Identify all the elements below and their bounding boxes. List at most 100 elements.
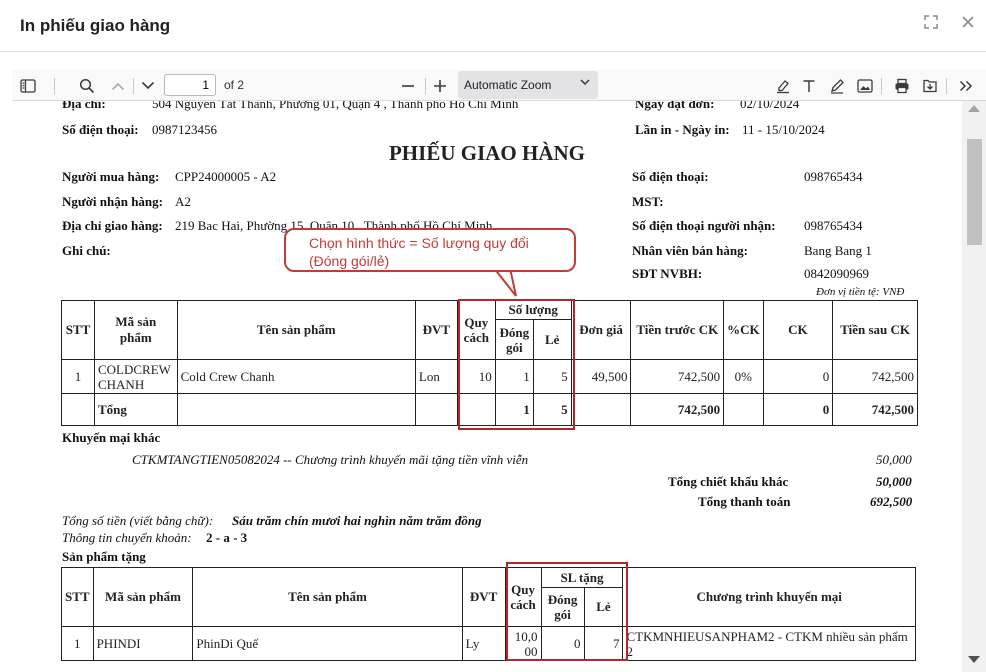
amount-words-value: Sáu trăm chín mươi hai nghìn năm trăm đồ…	[232, 513, 482, 528]
gift-col-product-name: Tên sản phẩm	[192, 567, 463, 627]
pdf-page: Địa chỉ: 504 Nguyễn Tất Thành, Phường 01…	[12, 101, 962, 672]
promo-line: CTKMTANGTIEN05082024 -- Chương trình khu…	[132, 452, 529, 467]
close-icon[interactable]	[957, 14, 979, 36]
print-icon[interactable]	[890, 74, 914, 98]
pdf-viewer: Địa chỉ: 504 Nguyễn Tất Thành, Phường 01…	[12, 101, 986, 672]
cell-unit: Lon	[414, 359, 458, 394]
toolbar-divider	[425, 78, 426, 94]
gift-cell-unit: Ly	[461, 626, 506, 661]
quantity-highlight	[458, 299, 575, 430]
total-label: Tổng	[93, 393, 178, 426]
promo-heading: Khuyến mại khác	[62, 430, 161, 445]
total-before-discount: 742,500	[630, 393, 725, 426]
gift-table: STT Mã sản phẩm Tên sản phẩm ĐVT Quy các…	[61, 567, 916, 661]
scroll-down-icon[interactable]	[968, 656, 980, 663]
col-product-code: Mã sản phẩm	[93, 300, 178, 360]
cell-after-discount: 742,500	[832, 359, 918, 394]
previous-page-icon[interactable]	[106, 74, 130, 98]
mst-label: MST:	[632, 194, 664, 209]
col-unit-price: Đơn giá	[570, 300, 632, 360]
receiver-phone-label: Số điện thoại người nhận:	[632, 218, 776, 233]
toolbar-divider	[881, 78, 882, 94]
next-page-icon[interactable]	[136, 74, 160, 98]
sales-staff-label: Nhân viên bán hàng:	[632, 243, 748, 258]
highlight-icon[interactable]	[771, 74, 795, 98]
draw-icon[interactable]	[825, 74, 849, 98]
gift-cell-product-name: PhinDi Quế	[192, 626, 463, 661]
address-label: Địa chỉ:	[62, 101, 106, 111]
scroll-up-icon[interactable]	[968, 105, 980, 112]
cell-stt: 1	[61, 359, 95, 394]
promo-line-value: 50,000	[876, 452, 912, 467]
col-discount: CK	[762, 300, 834, 360]
search-icon[interactable]	[75, 74, 99, 98]
phone-value: 0987123456	[152, 122, 217, 137]
cell-discount: 0	[762, 359, 834, 394]
zoom-value: Automatic Zoom	[464, 78, 552, 92]
col-stt: STT	[61, 300, 95, 360]
buyer-value: CPP24000005 - A2	[175, 169, 277, 184]
phone-label: Số điện thoại:	[62, 122, 139, 137]
cell-product-code: COLDCREW CHANH	[93, 359, 178, 394]
cell-unit-price: 49,500	[570, 359, 632, 394]
pdf-toolbar: of 2 Automatic Zoom	[12, 70, 986, 101]
print-label: Lần in - Ngày in:	[635, 122, 730, 137]
scroll-thumb[interactable]	[967, 139, 982, 245]
transfer-label: Thông tin chuyển khoản:	[62, 530, 192, 545]
gift-heading: Sản phẩm tặng	[62, 549, 146, 564]
page-count: of 2	[224, 78, 245, 92]
address-value: 504 Nguyễn Tất Thành, Phường 01, Quận 4 …	[152, 101, 519, 111]
image-icon[interactable]	[853, 74, 877, 98]
gift-quantity-highlight	[506, 562, 628, 661]
right-phone-label: Số điện thoại:	[632, 169, 709, 184]
cell-product-name: Cold Crew Chanh	[176, 359, 416, 394]
zoom-out-icon[interactable]	[396, 74, 420, 98]
ship-address-label: Địa chỉ giao hàng:	[62, 218, 163, 233]
gift-cell-stt: 1	[61, 626, 94, 661]
col-before-discount: Tiền trước CK	[630, 300, 725, 360]
gift-col-product-code: Mã sản phẩm	[92, 567, 194, 627]
dialog-header: In phiếu giao hàng	[0, 0, 986, 52]
payment-total-value: 692,500	[870, 494, 913, 509]
gift-col-stt: STT	[61, 567, 94, 627]
chevron-down-icon	[580, 78, 590, 89]
dialog-title: In phiếu giao hàng	[20, 16, 171, 35]
gift-table-row: 1 PHINDI PhinDi Quế Ly 10,000 0 7 CTKMNH…	[61, 626, 916, 661]
text-tool-icon[interactable]	[797, 74, 821, 98]
zoom-select[interactable]: Automatic Zoom	[458, 71, 598, 99]
transfer-value: 2 - a - 3	[206, 530, 248, 545]
total-discount: 0	[762, 393, 834, 426]
gift-col-program: Chương trình khuyến mại	[622, 567, 916, 627]
sales-phone-value: 0842090969	[804, 266, 869, 281]
receiver-phone-value: 098765434	[804, 218, 863, 233]
more-tools-icon[interactable]	[954, 74, 978, 98]
note-label: Ghi chú:	[62, 243, 111, 258]
callout-pointer	[492, 268, 517, 297]
save-icon[interactable]	[918, 74, 942, 98]
receiver-label: Người nhận hàng:	[62, 194, 163, 209]
page-number-input[interactable]	[164, 74, 216, 96]
right-phone-value: 098765434	[804, 169, 863, 184]
other-discount-label: Tổng chiết khấu khác	[668, 474, 789, 489]
buyer-label: Người mua hàng:	[62, 169, 160, 184]
sales-phone-label: SĐT NVBH:	[632, 266, 703, 281]
toolbar-divider	[54, 78, 55, 94]
gift-col-unit: ĐVT	[461, 567, 506, 627]
expand-icon[interactable]	[920, 14, 942, 36]
payment-total-label: Tổng thanh toán	[698, 494, 791, 509]
zoom-in-icon[interactable]	[428, 74, 452, 98]
sidebar-toggle-icon[interactable]	[16, 74, 40, 98]
order-date-value: 02/10/2024	[740, 101, 800, 111]
col-unit: ĐVT	[414, 300, 458, 360]
document-title: PHIẾU GIAO HÀNG	[388, 141, 585, 165]
annotation-callout: Chọn hình thức = Số lượng quy đổi (Đóng …	[284, 228, 576, 272]
cell-discount-pct: 0%	[723, 359, 764, 394]
toolbar-divider	[946, 78, 947, 94]
sales-staff-value: Bang Bang 1	[804, 243, 872, 258]
other-discount-value: 50,000	[876, 474, 912, 489]
col-discount-pct: %CK	[723, 300, 764, 360]
print-value: 11 - 15/10/2024	[742, 122, 825, 137]
amount-words-label: Tổng số tiền (viết bằng chữ):	[62, 513, 214, 528]
col-product-name: Tên sản phẩm	[176, 300, 416, 360]
vertical-scrollbar[interactable]	[963, 101, 986, 672]
